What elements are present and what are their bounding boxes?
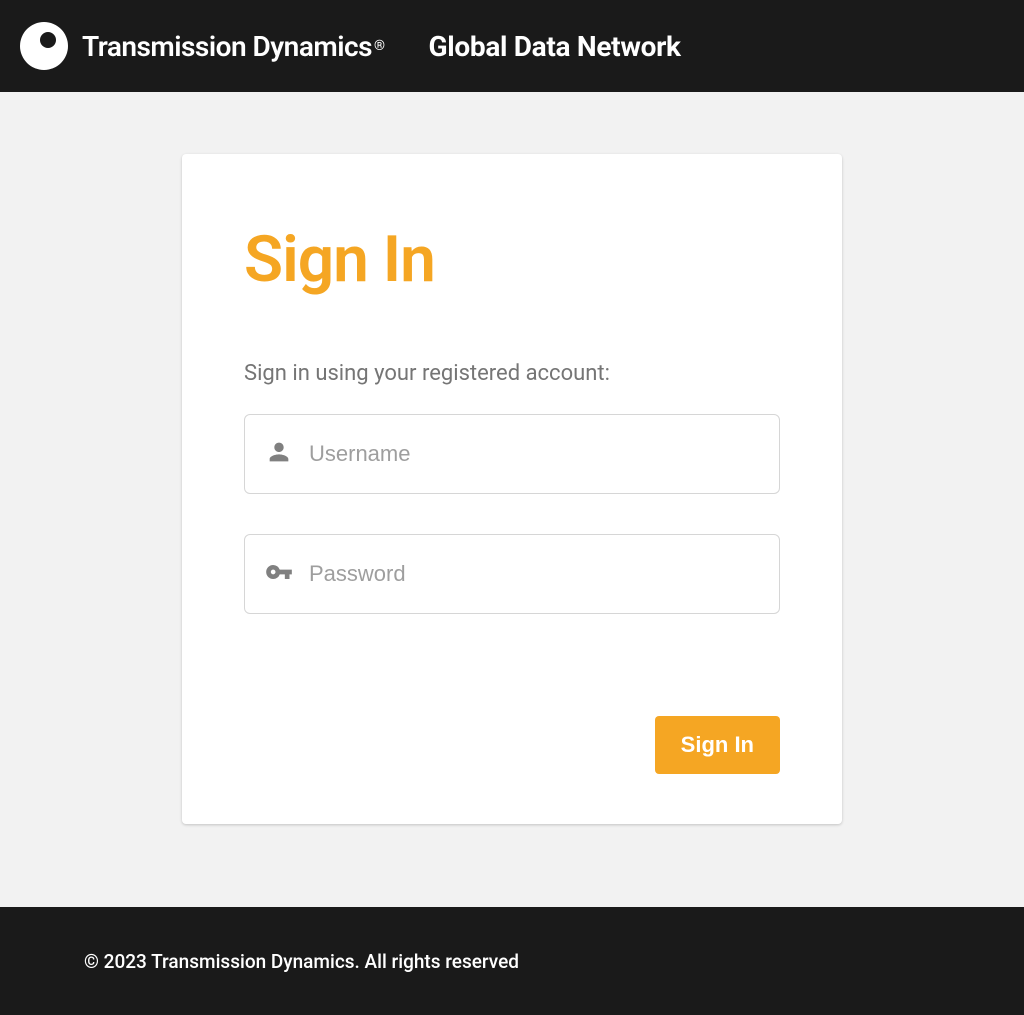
button-row: Sign In bbox=[244, 716, 780, 774]
username-field-wrapper[interactable] bbox=[244, 414, 780, 494]
app-header: Transmission Dynamics® Global Data Netwo… bbox=[0, 0, 1024, 92]
copyright-text: © 2023 Transmission Dynamics. All rights… bbox=[84, 950, 519, 973]
signin-title: Sign In bbox=[244, 222, 780, 297]
signin-button[interactable]: Sign In bbox=[655, 716, 780, 774]
brand: Transmission Dynamics® Global Data Netwo… bbox=[20, 22, 681, 70]
app-footer: © 2023 Transmission Dynamics. All rights… bbox=[0, 907, 1024, 1015]
app-title: Global Data Network bbox=[428, 30, 680, 63]
signin-subtitle: Sign in using your registered account: bbox=[244, 361, 780, 386]
key-icon bbox=[265, 558, 309, 590]
password-input[interactable] bbox=[309, 561, 759, 587]
signin-card: Sign In Sign in using your registered ac… bbox=[182, 154, 842, 824]
brand-logo-icon bbox=[20, 22, 68, 70]
main-content: Sign In Sign in using your registered ac… bbox=[0, 92, 1024, 907]
username-input[interactable] bbox=[309, 441, 759, 467]
registered-mark: ® bbox=[374, 38, 385, 54]
person-icon bbox=[265, 438, 309, 470]
brand-name: Transmission Dynamics® bbox=[82, 30, 384, 63]
password-field-wrapper[interactable] bbox=[244, 534, 780, 614]
